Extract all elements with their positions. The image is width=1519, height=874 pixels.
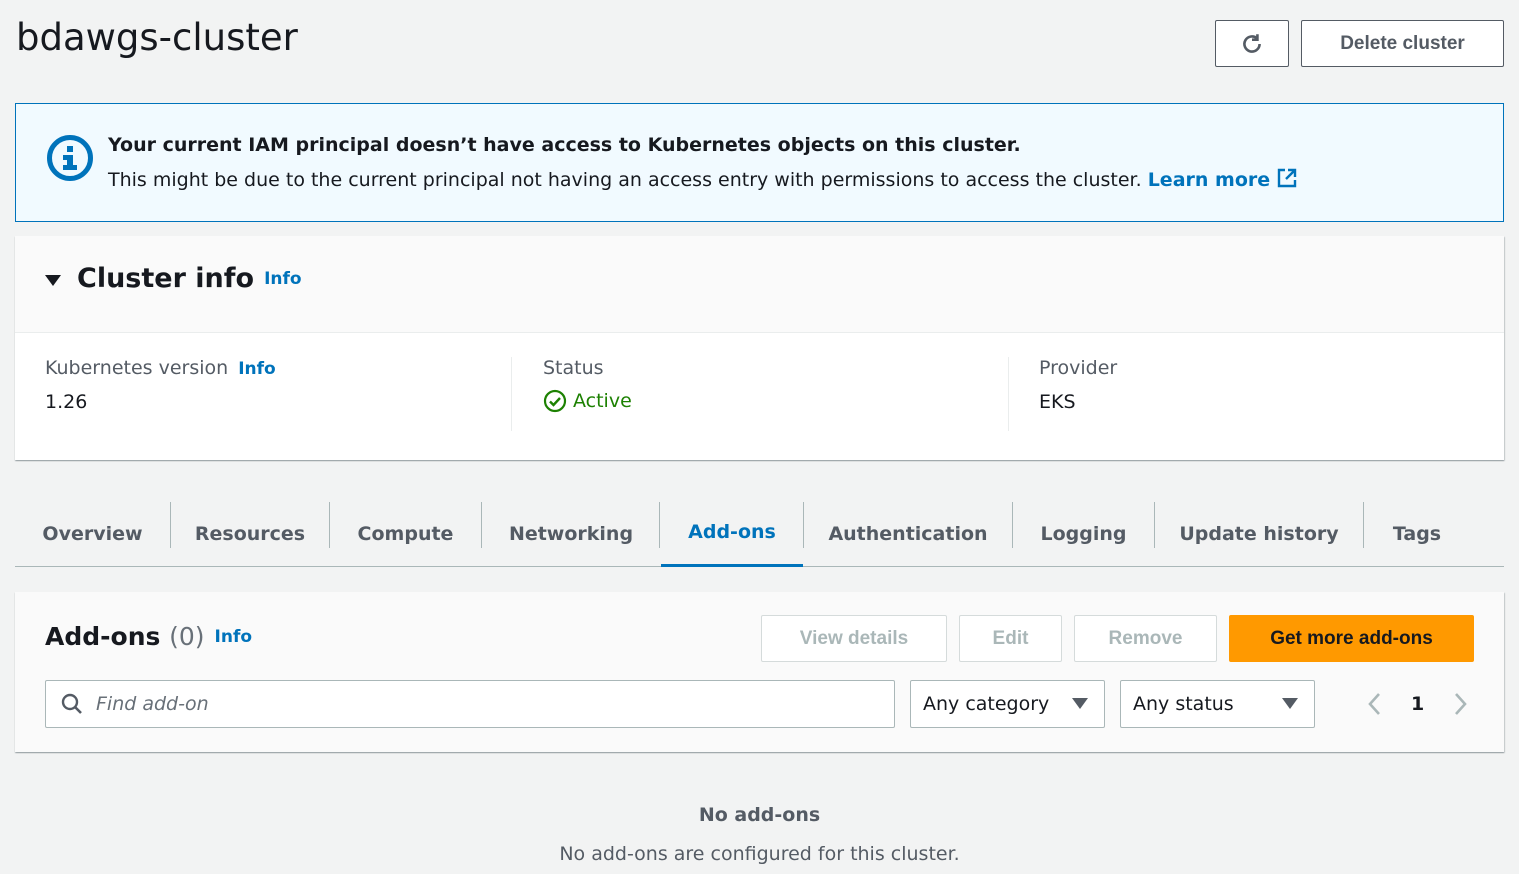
alert-message: This might be due to the current princip… (108, 169, 1142, 191)
search-icon (61, 693, 82, 714)
cluster-info-card: Cluster info Info Kubernetes version Info … (15, 236, 1504, 460)
alert-body: This might be due to the current princip… (108, 167, 1298, 191)
tab-update-history[interactable]: Update history (1155, 500, 1363, 567)
addons-count: (0) (169, 622, 205, 651)
remove-button[interactable]: Remove (1074, 615, 1217, 662)
find-addon-search[interactable] (45, 680, 895, 728)
tab-networking[interactable]: Networking (482, 500, 660, 567)
status-label: Status (543, 357, 604, 379)
learn-more-link[interactable]: Learn more (1147, 168, 1298, 191)
status-success-icon (543, 389, 567, 413)
category-select[interactable]: Any category (910, 680, 1105, 728)
tab-authentication[interactable]: Authentication (804, 500, 1012, 567)
pagination: 1 (1365, 680, 1470, 728)
category-select-value: Any category (923, 693, 1050, 715)
get-more-addons-button[interactable]: Get more add-ons (1229, 615, 1474, 662)
empty-state-body: No add-ons are configured for this clust… (559, 843, 960, 865)
addons-title-text: Add-ons (45, 622, 161, 651)
kubernetes-version-label-text: Kubernetes version (45, 357, 229, 379)
provider-column: Provider EKS (1008, 357, 1505, 431)
view-details-button[interactable]: View details (761, 615, 947, 662)
status-select[interactable]: Any status (1120, 680, 1315, 728)
status-text: Active (573, 390, 632, 412)
edit-button[interactable]: Edit (959, 615, 1062, 662)
kubernetes-version-column: Kubernetes version Info 1.26 (45, 357, 512, 431)
page-number[interactable]: 1 (1411, 693, 1424, 715)
caret-down-icon[interactable] (45, 275, 61, 287)
kubernetes-version-info-link[interactable]: Info (238, 359, 276, 379)
cluster-tabs: Overview Resources Compute Networking Ad… (15, 500, 1504, 567)
addons-info-link[interactable]: Info (215, 627, 253, 647)
kubernetes-version-label: Kubernetes version Info (45, 357, 512, 379)
access-alert: Your current IAM principal doesn’t have … (15, 103, 1504, 222)
status-value: Active (543, 389, 1008, 413)
cluster-info-info-link[interactable]: Info (264, 269, 302, 289)
chevron-right-icon[interactable] (1450, 690, 1470, 718)
caret-down-icon (1072, 698, 1088, 709)
tab-separator (659, 502, 660, 548)
learn-more-label: Learn more (1147, 169, 1271, 191)
tab-add-ons[interactable]: Add-ons (661, 500, 803, 567)
provider-value: EKS (1039, 391, 1076, 413)
cluster-info-title: Cluster info Info (77, 263, 302, 294)
tab-logging[interactable]: Logging (1013, 500, 1154, 567)
info-icon (47, 135, 93, 181)
caret-down-icon (1282, 698, 1298, 709)
delete-cluster-button[interactable]: Delete cluster (1301, 20, 1504, 67)
chevron-left-icon[interactable] (1365, 690, 1385, 718)
kubernetes-version-value: 1.26 (45, 391, 88, 413)
refresh-button[interactable] (1215, 20, 1289, 67)
page-title: bdawgs-cluster (16, 16, 298, 59)
cluster-info-title-text: Cluster info (77, 263, 255, 294)
cluster-info-header[interactable]: Cluster info Info (15, 236, 1504, 333)
addons-card: Add-ons (0) Info View details Edit Remove… (15, 592, 1504, 752)
provider-label: Provider (1039, 357, 1118, 379)
status-column: Status Active (511, 357, 1008, 431)
search-input[interactable] (96, 693, 856, 715)
tab-compute[interactable]: Compute (330, 500, 481, 567)
tab-resources[interactable]: Resources (171, 500, 329, 567)
addons-title: Add-ons (0) Info (45, 622, 252, 651)
external-link-icon (1277, 168, 1297, 188)
empty-state-title: No add-ons (698, 804, 821, 826)
status-select-value: Any status (1133, 693, 1234, 715)
tab-tags[interactable]: Tags (1364, 500, 1470, 567)
tab-overview[interactable]: Overview (15, 500, 170, 567)
refresh-icon (1243, 33, 1261, 53)
alert-title: Your current IAM principal doesn’t have … (108, 134, 1021, 156)
